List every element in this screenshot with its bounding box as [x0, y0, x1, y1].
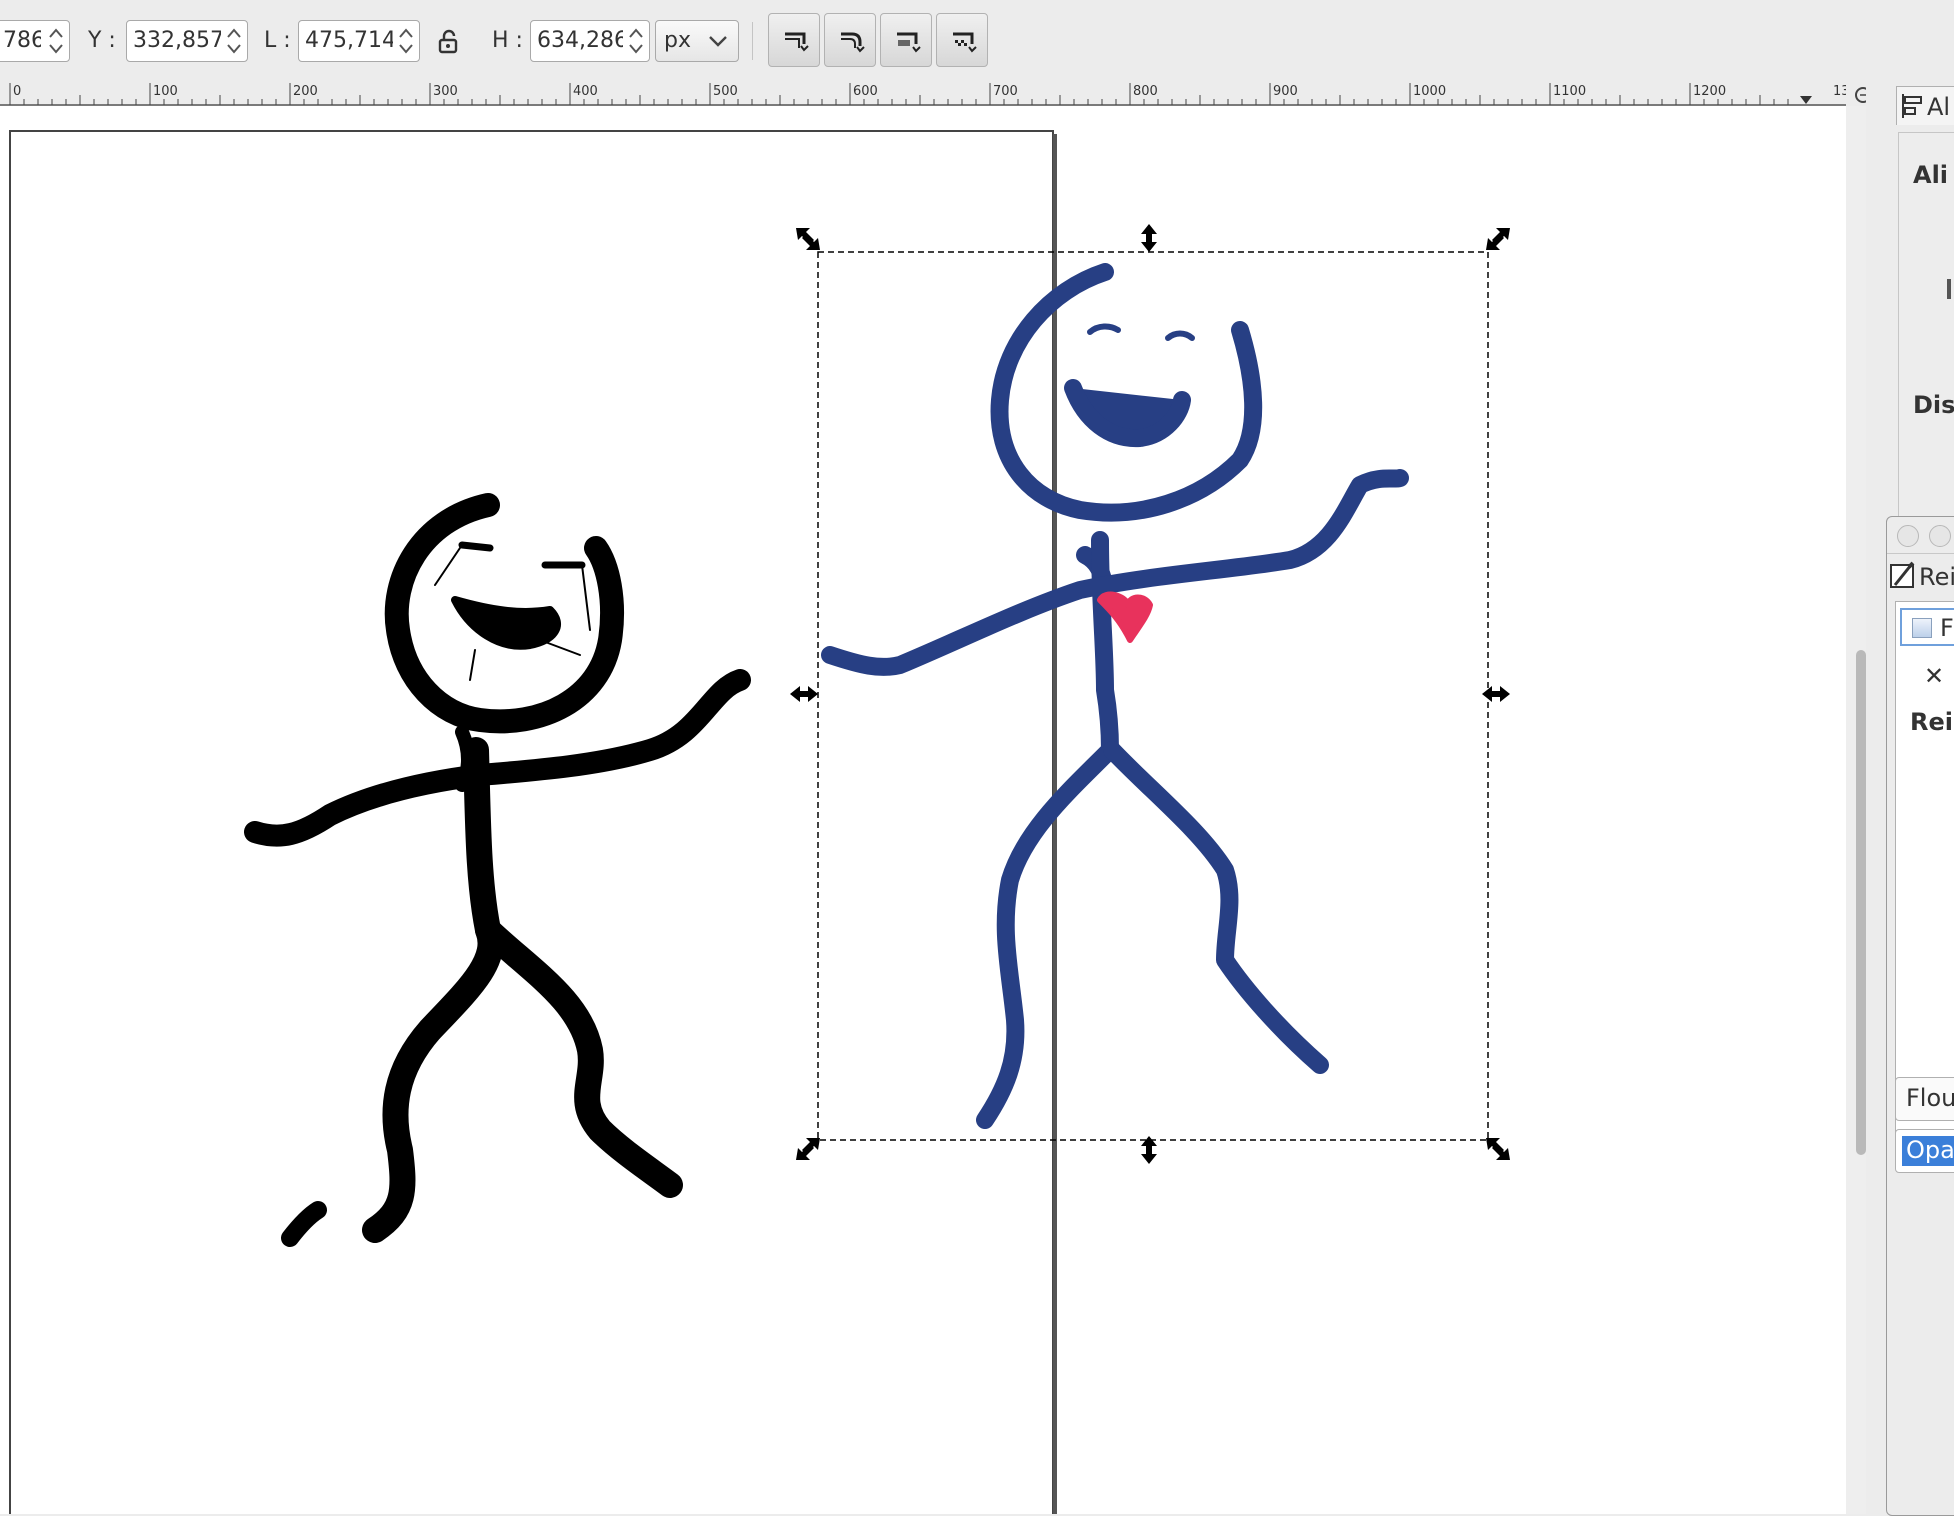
align-option-icon[interactable]	[1947, 279, 1951, 299]
align-icon	[1902, 94, 1922, 118]
scale-corners-icon	[841, 32, 865, 53]
filter-edit-icon	[1890, 561, 1915, 588]
ruler-label: 200	[293, 84, 318, 99]
filter-list-item[interactable]: F	[1900, 608, 1954, 646]
remove-filter-button[interactable]: ✕	[1924, 662, 1944, 690]
ruler-label: 100	[153, 84, 178, 99]
ruler-label: 600	[853, 84, 878, 99]
height-label: H :	[492, 28, 523, 53]
scale-stroke-button[interactable]	[768, 13, 820, 67]
distribute-heading: Dis	[1913, 391, 1954, 419]
move-patterns-icon	[953, 32, 977, 53]
effects-section-label: Rei	[1910, 708, 1953, 736]
toolbar-separator	[752, 22, 753, 60]
ruler-label: 900	[1273, 84, 1298, 99]
move-patterns-button[interactable]	[936, 13, 988, 67]
scale-stroke-icon	[785, 32, 809, 52]
y-label: Y :	[88, 28, 116, 53]
drawing-canvas[interactable]	[0, 106, 1846, 1514]
filters-dialog: Rei F ✕ Rei Flou Opa	[1886, 516, 1954, 1516]
ruler-label: 700	[993, 84, 1018, 99]
lock-icon[interactable]	[436, 28, 462, 58]
x-spin-arrows[interactable]	[46, 24, 66, 58]
move-gradients-button[interactable]	[880, 13, 932, 67]
ruler-label: 500	[713, 84, 738, 99]
page-border	[9, 130, 1057, 1514]
right-dock-panel: Al Ali Dis Rei F ✕ Rei Flou Opa	[1866, 82, 1954, 1516]
move-gradients-icon	[897, 32, 921, 53]
ruler-label: 800	[1133, 84, 1158, 99]
resize-handle-right-icon	[1482, 686, 1510, 702]
blur-label: Flou	[1906, 1084, 1954, 1112]
blur-control[interactable]: Flou	[1895, 1077, 1954, 1121]
filters-tab[interactable]: Rei	[1887, 557, 1954, 593]
y-value: 332,857	[133, 28, 221, 53]
vertical-scrollbar-thumb[interactable]	[1856, 650, 1866, 1155]
chevron-down-icon	[709, 36, 727, 47]
height-value: 634,286	[537, 28, 623, 53]
dialog-close-button[interactable]	[1897, 525, 1919, 547]
opacity-control[interactable]: Opa	[1895, 1129, 1954, 1173]
dialog-titlebar[interactable]	[1887, 517, 1954, 554]
ruler-label: 1200	[1693, 84, 1726, 99]
resize-handle-top-icon	[1141, 224, 1157, 252]
unit-dropdown[interactable]: px	[655, 20, 739, 62]
resize-handle-bottom-right-icon	[1486, 1138, 1510, 1160]
dialog-minimize-button[interactable]	[1929, 525, 1951, 547]
width-spinbox[interactable]: 475,714	[298, 20, 420, 62]
x-spinbox[interactable]: 786	[0, 20, 70, 62]
align-heading: Ali	[1913, 161, 1949, 189]
width-spin-arrows[interactable]	[396, 24, 416, 58]
width-value: 475,714	[305, 28, 393, 53]
opacity-label: Opa	[1906, 1136, 1954, 1164]
horizontal-ruler[interactable]: 0 100 200 300 400 500 600 700 800 900 1000 1100 1200…	[0, 82, 1846, 106]
ruler-ticks: 0 100 200 300 400 500 600 700 800 900 1000 1100 1200…	[9, 83, 1846, 105]
tool-controls-bar: 786 Y : 332,857 L : 475,714 H : 634,286 …	[0, 0, 1954, 82]
unit-value: px	[664, 28, 691, 53]
filter-list: F ✕ Rei	[1895, 601, 1954, 1145]
width-label: L :	[264, 28, 291, 53]
y-spinbox[interactable]: 332,857	[126, 20, 248, 62]
ruler-label: 0	[13, 84, 21, 99]
filters-tab-label: Rei	[1919, 563, 1954, 591]
ruler-label: 1100	[1553, 84, 1586, 99]
align-tab[interactable]: Al	[1896, 86, 1954, 125]
y-spin-arrows[interactable]	[224, 24, 244, 58]
align-tab-label: Al	[1927, 93, 1951, 121]
ruler-label: 300	[433, 84, 458, 99]
resize-handle-top-right-icon	[1486, 228, 1510, 250]
x-value: 786	[3, 28, 41, 53]
ruler-label: 400	[573, 84, 598, 99]
filter-checkbox[interactable]	[1912, 618, 1932, 638]
height-spin-arrows[interactable]	[626, 24, 646, 58]
ruler-label: 1000	[1413, 84, 1446, 99]
filter-item-label: F	[1940, 614, 1954, 642]
height-spinbox[interactable]: 634,286	[530, 20, 650, 62]
ruler-marker-icon	[1800, 96, 1812, 104]
scale-corners-button[interactable]	[824, 13, 876, 67]
ruler-label: 13	[1833, 84, 1846, 99]
